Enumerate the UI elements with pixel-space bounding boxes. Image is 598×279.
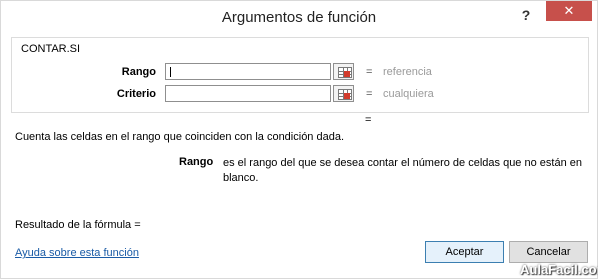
arrow-icon — [344, 93, 350, 99]
criterio-collapse-button[interactable] — [333, 85, 354, 102]
arg-equals-rango: = — [366, 66, 373, 78]
help-button[interactable]: ? — [516, 5, 536, 25]
help-link[interactable]: Ayuda sobre esta función — [15, 247, 139, 259]
function-arguments-dialog: Argumentos de función ? ✕ CONTAR.SI Rang… — [0, 0, 598, 279]
formula-result-label: Resultado de la fórmula = — [15, 219, 141, 231]
arguments-group: CONTAR.SI Rango = referencia Criterio = … — [11, 37, 589, 113]
criterio-input[interactable] — [165, 85, 331, 102]
current-arg-description: es el rango del que se desea contar el n… — [223, 157, 582, 184]
rango-collapse-button[interactable] — [333, 63, 354, 80]
current-arg-name: Rango — [179, 156, 214, 168]
function-description: Cuenta las celdas en el rango que coinci… — [15, 131, 345, 143]
watermark-logo: AulaFacil.com — [520, 262, 598, 277]
function-result-equals: = — [365, 114, 372, 126]
title-bar: Argumentos de función ? ✕ — [1, 1, 597, 33]
text-caret — [170, 67, 171, 77]
arg-hint-criterio: cualquiera — [383, 88, 434, 100]
close-button[interactable]: ✕ — [546, 1, 592, 21]
arg-equals-criterio: = — [366, 88, 373, 100]
rango-input[interactable] — [165, 63, 331, 80]
ok-button[interactable]: Aceptar — [425, 241, 504, 263]
arrow-icon — [344, 71, 350, 77]
dialog-title: Argumentos de función — [221, 9, 377, 26]
arg-label-criterio: Criterio — [116, 88, 156, 100]
function-name: CONTAR.SI — [21, 43, 81, 55]
cancel-button[interactable]: Cancelar — [509, 241, 588, 263]
arg-hint-rango: referencia — [383, 66, 432, 78]
arg-label-rango: Rango — [121, 66, 156, 78]
